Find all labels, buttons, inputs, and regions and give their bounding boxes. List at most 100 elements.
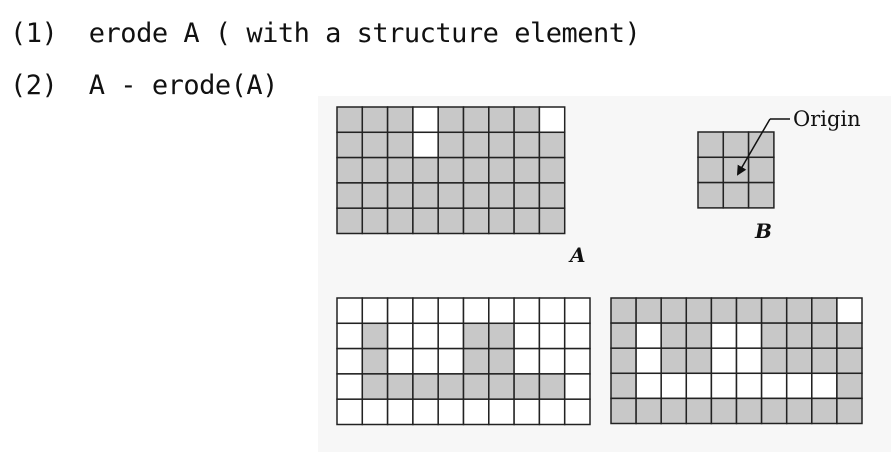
grid-erosion-cell: [563, 297, 591, 325]
grid-boundary-cell: [735, 297, 763, 324]
grid-erosion-cell: [538, 398, 566, 426]
grid-b-cell: [722, 131, 750, 159]
grid-boundary-cell: [760, 347, 788, 375]
grid-a-cell: [513, 182, 541, 209]
grid-erosion-cell: [538, 297, 566, 325]
grid-boundary-result: [610, 297, 863, 425]
grid-boundary-cell: [710, 372, 738, 400]
grid-a-cell: [462, 156, 490, 184]
grid-boundary-cell: [685, 372, 713, 400]
grid-boundary-cell: [610, 347, 637, 375]
grid-boundary-cell: [685, 397, 713, 425]
grid-a-cell: [437, 182, 465, 209]
grid-boundary-cell: [811, 297, 838, 324]
grid-a-cell: [412, 207, 439, 235]
grid-boundary-cell: [660, 322, 688, 349]
grid-boundary-cell: [635, 397, 662, 425]
grid-erosion-cell: [462, 347, 490, 375]
grid-erosion-cell: [513, 347, 541, 375]
grid-b-cell: [697, 181, 725, 209]
grid-erosion-cell: [386, 322, 414, 350]
grid-erosion-cell: [462, 322, 490, 350]
grid-a-cell: [462, 207, 490, 235]
grid-a-cell: [412, 156, 439, 184]
grid-a-cell: [488, 156, 515, 184]
grid-a-cell: [336, 131, 364, 159]
grid-boundary-cell: [610, 397, 637, 425]
grid-boundary-cell: [660, 347, 688, 375]
grid-erosion-cell: [513, 373, 541, 400]
grid-a-cell: [336, 207, 364, 235]
grid-erosion-cell: [488, 347, 515, 375]
grid-boundary-cell: [735, 347, 763, 375]
grid-erosion-cell: [437, 322, 465, 350]
grid-erosion-cell: [513, 398, 541, 426]
grid-a-cell: [462, 131, 490, 159]
grid-a: [336, 106, 566, 235]
grid-erosion-cell: [462, 297, 490, 325]
grid-boundary-cell: [836, 297, 863, 324]
grid-erosion-cell: [336, 398, 364, 426]
grid-erosion-cell: [361, 322, 389, 350]
grid-b-cell: [747, 156, 775, 184]
grid-erosion-cell: [361, 347, 389, 375]
grid-erosion-cell: [336, 322, 364, 350]
grid-erosion-cell: [412, 297, 439, 325]
grid-erosion-cell: [412, 373, 439, 400]
grid-boundary-cell: [735, 322, 763, 349]
grid-boundary-cell: [811, 397, 838, 425]
grid-a-cell: [513, 131, 541, 159]
grid-boundary-cell: [785, 347, 813, 375]
grid-boundary-cell: [836, 397, 863, 425]
grid-a-cell: [488, 106, 515, 134]
grid-a-cell: [513, 106, 541, 134]
grid-a-cell: [513, 207, 541, 235]
grid-boundary-cell: [760, 322, 788, 349]
grid-boundary-cell: [660, 397, 688, 425]
grid-boundary-cell: [610, 297, 637, 324]
grid-erosion-cell: [462, 398, 490, 426]
grid-boundary-cell: [710, 397, 738, 425]
grid-boundary-cell: [635, 297, 662, 324]
grid-a-cell: [488, 182, 515, 209]
grid-erosion-cell: [437, 297, 465, 325]
grid-erosion-cell: [386, 398, 414, 426]
grid-a-cell: [462, 106, 490, 134]
grid-erosion-cell: [538, 347, 566, 375]
grid-a-cell: [437, 131, 465, 159]
grid-boundary-cell: [610, 372, 637, 400]
grid-boundary-cell: [685, 297, 713, 324]
grid-erosion-cell: [513, 297, 541, 325]
grid-a-cell: [386, 131, 414, 159]
grid-a-cell: [361, 207, 389, 235]
morphology-figure: Origin A B: [336, 106, 863, 426]
grid-a-cell: [361, 182, 389, 209]
grid-a-cell: [538, 156, 566, 184]
grid-boundary-cell: [811, 322, 838, 349]
grid-b-cell: [722, 181, 750, 209]
grid-erosion-cell: [437, 398, 465, 426]
grid-a-cell: [538, 106, 566, 134]
grid-a-cell: [412, 106, 439, 134]
grid-erosion-cell: [538, 322, 566, 350]
grid-boundary-cell: [710, 297, 738, 324]
origin-label: Origin: [793, 107, 861, 131]
grid-boundary-cell: [811, 372, 838, 400]
grid-a-cell: [437, 207, 465, 235]
grid-b-cell: [747, 131, 775, 159]
grid-erosion-cell: [386, 297, 414, 325]
grid-a-cell: [488, 131, 515, 159]
grid-a-cell: [336, 106, 364, 134]
grid-boundary-cell: [685, 322, 713, 349]
grid-a-cell: [437, 156, 465, 184]
grid-boundary-cell: [635, 347, 662, 375]
grid-erosion-cell: [412, 322, 439, 350]
grid-boundary-cell: [785, 397, 813, 425]
grid-a-cell: [386, 106, 414, 134]
grid-erosion-cell: [361, 398, 389, 426]
grid-erosion-cell: [488, 398, 515, 426]
grid-boundary-cell: [836, 372, 863, 400]
grid-a-cell: [361, 106, 389, 134]
grid-erosion-cell: [336, 347, 364, 375]
grid-boundary-cell: [710, 322, 738, 349]
